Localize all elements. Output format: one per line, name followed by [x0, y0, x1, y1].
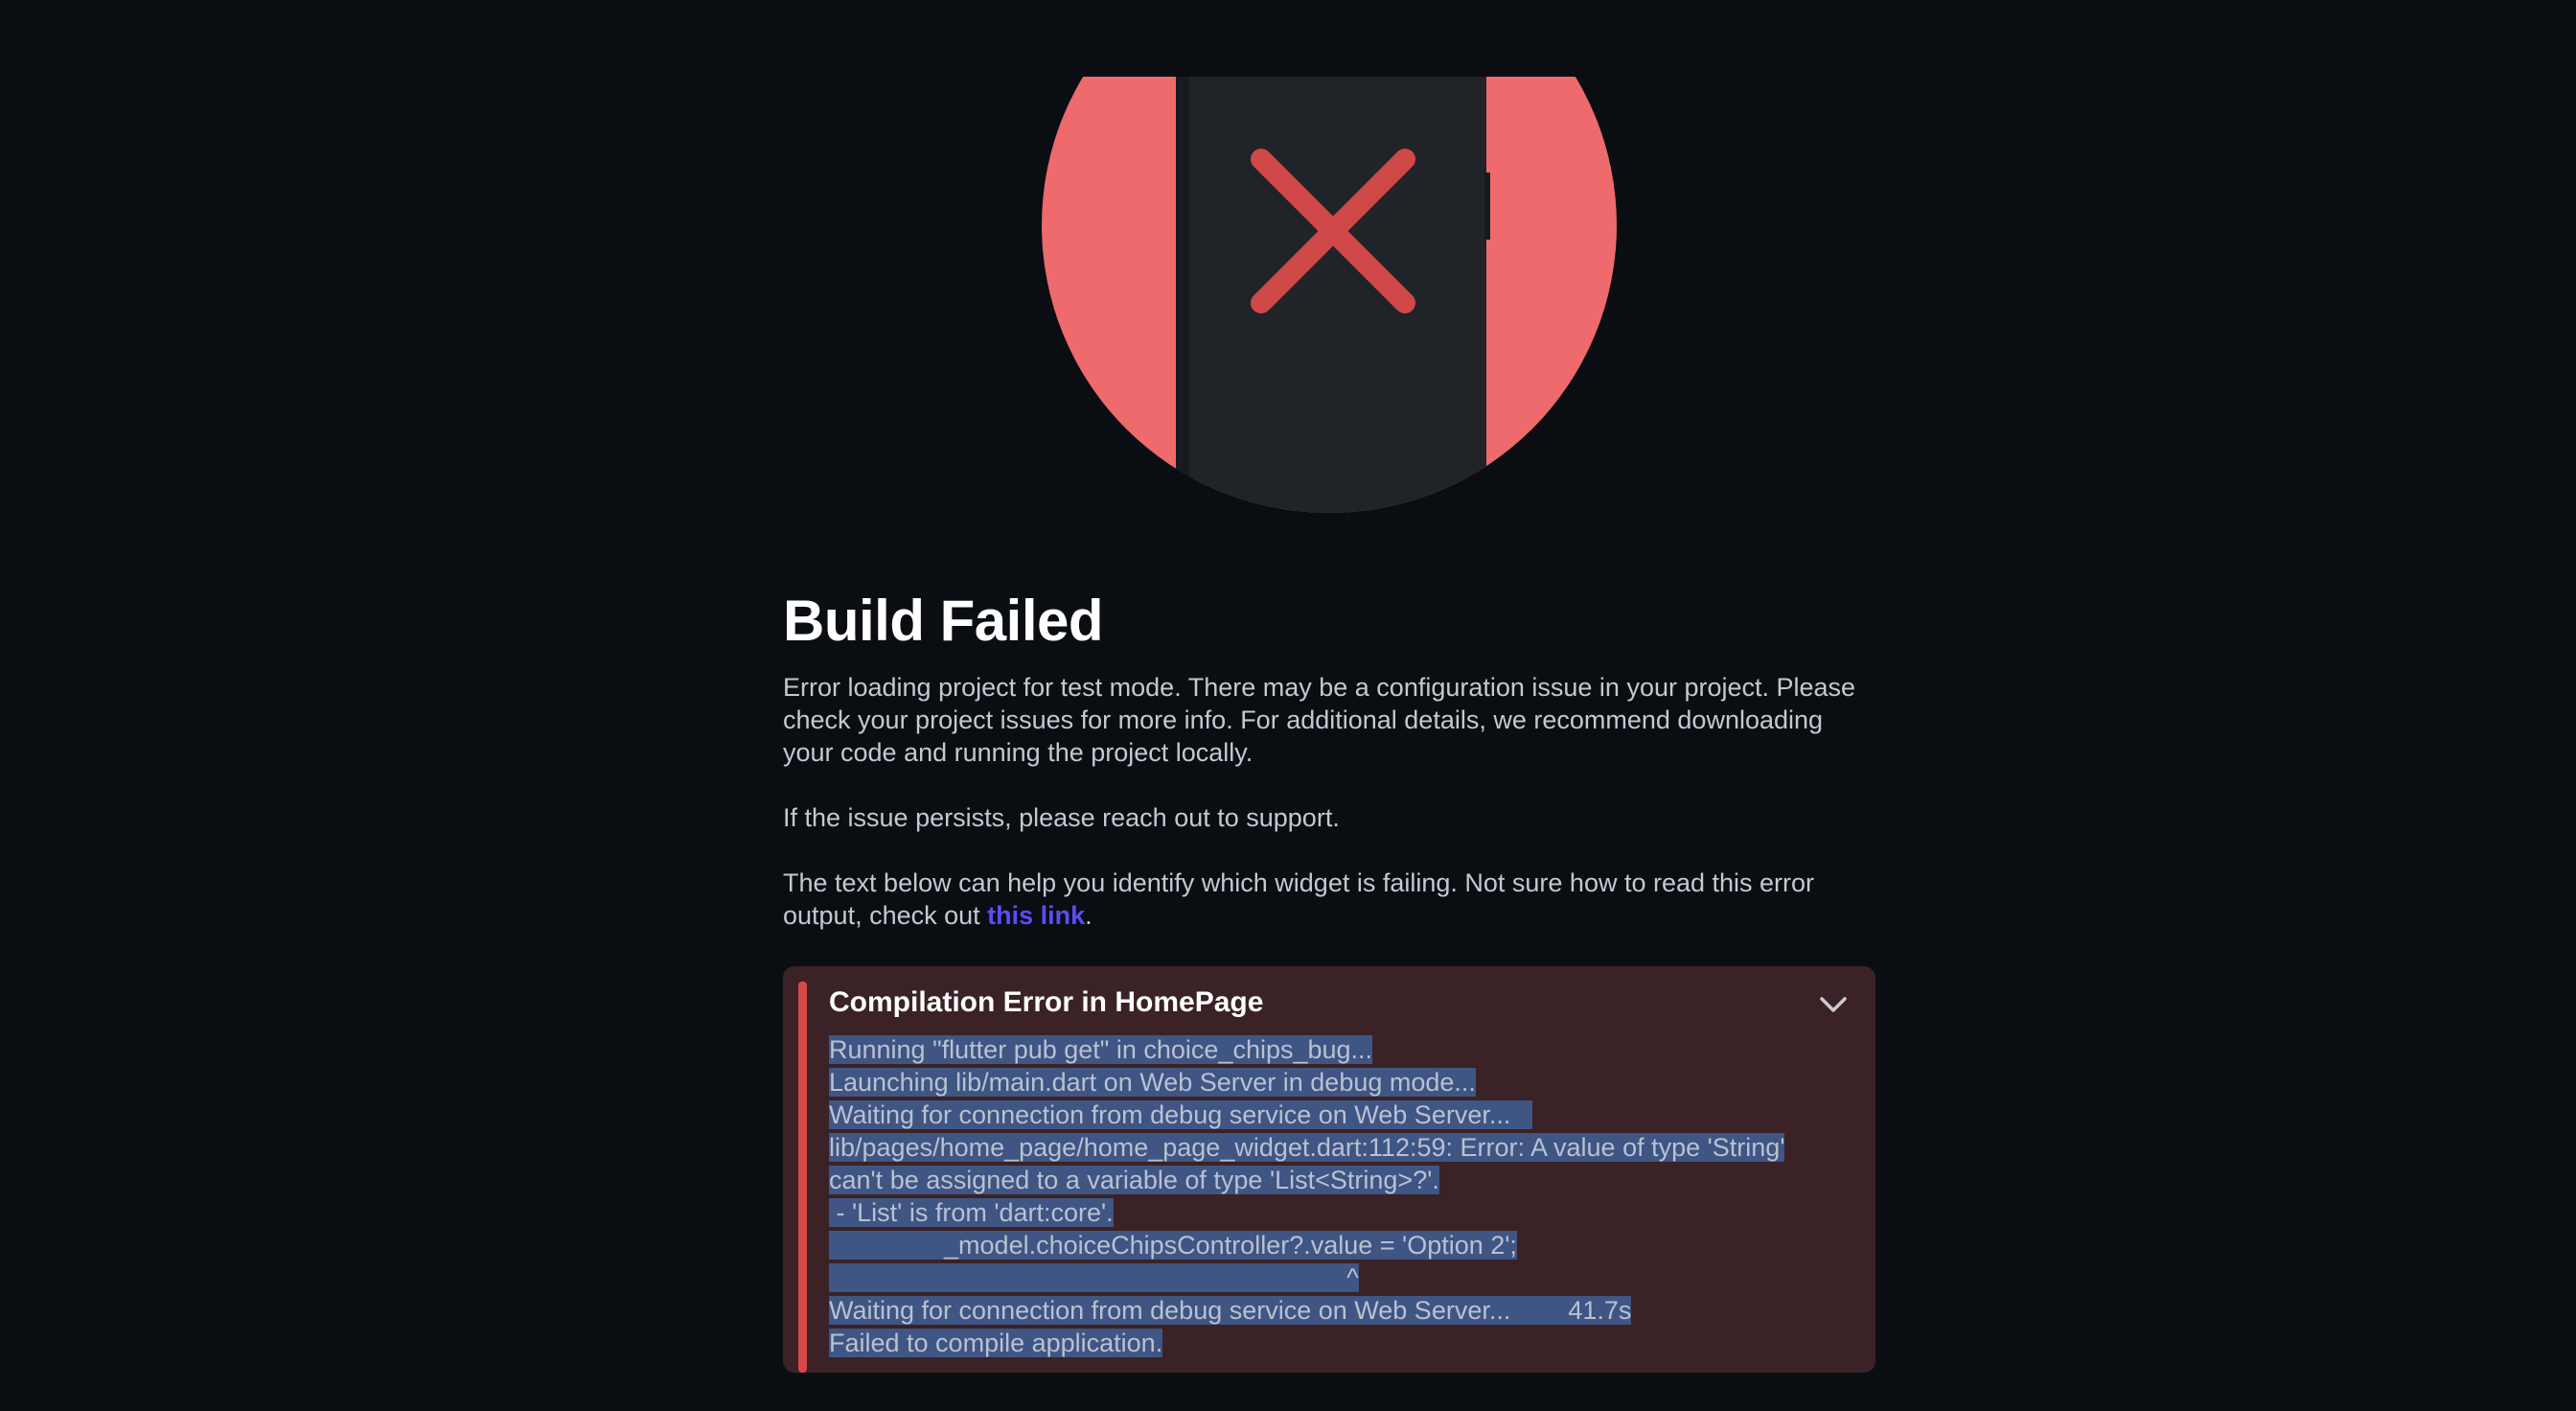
- log-line: can't be assigned to a variable of type …: [829, 1166, 1439, 1194]
- error-accent-bar: [798, 982, 807, 1373]
- help-note: The text below can help you identify whi…: [783, 867, 1875, 932]
- log-line: - 'List' is from 'dart:core'.: [829, 1198, 1114, 1227]
- log-line: lib/pages/home_page/home_page_widget.dar…: [829, 1133, 1785, 1162]
- chevron-down-icon[interactable]: [1816, 987, 1851, 1022]
- log-line: Failed to compile application.: [829, 1329, 1163, 1357]
- log-line: Waiting for connection from debug servic…: [829, 1296, 1632, 1325]
- log-line: _model.choiceChipsController?.value = 'O…: [829, 1231, 1517, 1260]
- error-description: Error loading project for test mode. The…: [783, 673, 1856, 767]
- log-line: ^: [829, 1263, 1359, 1292]
- page-title: Build Failed: [783, 589, 1104, 653]
- build-failed-content: Build Failed Error loading project for t…: [783, 587, 1875, 932]
- help-note-suffix: .: [1085, 901, 1092, 930]
- build-failed-phone-x-icon: [1042, 77, 1617, 513]
- build-failed-page: Build Failed Error loading project for t…: [0, 0, 2576, 1411]
- compilation-error-panel: Compilation Error in HomePage Running "f…: [783, 966, 1875, 1373]
- error-panel-title: Compilation Error in HomePage: [829, 986, 1264, 1018]
- support-note: If the issue persists, please reach out …: [783, 803, 1340, 832]
- phone-body: [1176, 77, 1486, 513]
- help-note-prefix: The text below can help you identify whi…: [783, 868, 1815, 930]
- build-failed-illustration: [1042, 77, 1617, 513]
- help-link[interactable]: this link: [987, 901, 1085, 930]
- log-line: Running "flutter pub get" in choice_chip…: [829, 1035, 1373, 1064]
- error-log-output[interactable]: Running "flutter pub get" in choice_chip…: [829, 1033, 1845, 1359]
- log-line: Waiting for connection from debug servic…: [829, 1100, 1532, 1129]
- log-line: Launching lib/main.dart on Web Server in…: [829, 1068, 1476, 1097]
